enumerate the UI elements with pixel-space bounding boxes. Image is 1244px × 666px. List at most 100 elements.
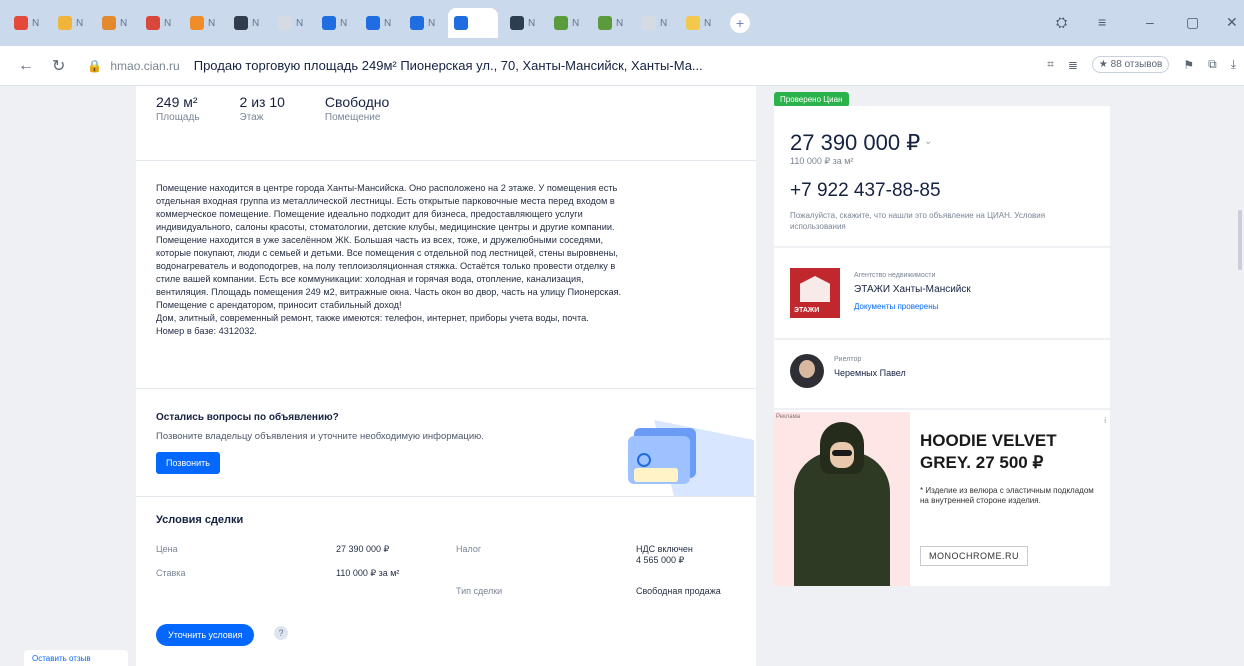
ad-link-button[interactable]: MONOCHROME.RU	[920, 546, 1028, 566]
page-title[interactable]: Продаю торговую площадь 249м² Пионерская…	[194, 58, 703, 73]
new-tab-button[interactable]: +	[730, 13, 750, 33]
ad-tag: Реклама	[776, 414, 801, 420]
browser-tab[interactable]: N	[548, 8, 586, 38]
url-domain[interactable]: hmao.cian.ru	[110, 59, 179, 73]
browser-tab[interactable]: N	[504, 8, 542, 38]
browser-tab[interactable]: N	[228, 8, 266, 38]
tab-label: N	[120, 17, 128, 29]
call-button[interactable]: Позвонить	[156, 452, 220, 474]
tab-favicon-icon	[14, 16, 28, 30]
feedback-button[interactable]: Оставить отзыв	[24, 650, 128, 666]
browser-tab[interactable]	[448, 8, 498, 38]
agent-card[interactable]: Риелтор Черемных Павел	[774, 340, 1110, 408]
tab-favicon-icon	[58, 16, 72, 30]
tab-label: N	[252, 17, 260, 29]
help-icon[interactable]: ?	[274, 626, 288, 640]
description-line: отдельная входная группа из металлическо…	[156, 196, 615, 206]
browser-tab[interactable]: N	[52, 8, 90, 38]
object-facts: 249 м² Площадь 2 из 10 Этаж Свободно Пом…	[156, 94, 389, 123]
fact-status-label: Помещение	[324, 112, 381, 123]
price: 27 390 000 ₽	[790, 130, 921, 155]
description-line: индивидуального, салоны красоты, стомато…	[156, 222, 615, 232]
ad-glasses-shape	[832, 450, 852, 456]
description-line: Дом, элитный, современный ремонт, также …	[156, 313, 589, 323]
browser-tab[interactable]: N	[316, 8, 354, 38]
maximize-icon[interactable]: ▢	[1186, 14, 1199, 31]
deal-title: Условия сделки	[156, 514, 244, 526]
fact-area-value: 249 м²	[156, 94, 198, 110]
agency-type: Агентство недвижимости	[854, 272, 936, 279]
back-icon[interactable]: ←	[18, 57, 34, 75]
price-per-m2: 110 000 ₽ за м²	[790, 156, 854, 166]
fact-status-value: Свободно	[324, 94, 390, 110]
ad-image[interactable]: Реклама	[774, 412, 910, 586]
browser-tab[interactable]: N	[96, 8, 134, 38]
bookmark-tabs-icon[interactable]: ≡	[1098, 14, 1106, 30]
clarify-terms-button[interactable]: Уточнить условия	[156, 624, 255, 646]
price-history-icon[interactable]: ⌄	[924, 136, 932, 147]
deal-rate-value: 110 000 ₽ за м²	[336, 568, 400, 578]
browser-tab[interactable]: N	[636, 8, 674, 38]
tab-favicon-icon	[146, 16, 160, 30]
browser-tab[interactable]: N	[680, 8, 718, 38]
reviews-badge[interactable]: ★ 88 отзывов	[1091, 56, 1170, 73]
reload-icon[interactable]: ↻	[52, 56, 65, 76]
description-line: Помещение находится в центре города Хант…	[156, 183, 618, 193]
description-line: стиле вашей компании. Есть все коммуника…	[156, 274, 584, 284]
close-window-icon[interactable]: ✕	[1226, 14, 1238, 31]
divider	[136, 496, 756, 497]
fact-floor-label: Этаж	[239, 112, 264, 123]
folder-illustration-icon	[628, 420, 754, 496]
tab-favicon-icon	[102, 16, 116, 30]
tab-favicon-icon	[278, 16, 292, 30]
ad-description: * Изделие из велюра с эластичным подклад…	[920, 486, 1094, 505]
listing-main-card: 249 м² Площадь 2 из 10 Этаж Свободно Пом…	[136, 86, 756, 666]
agency-logo[interactable]: ЭТАЖИ	[790, 268, 840, 318]
ad-info-icon[interactable]: i	[1104, 416, 1106, 425]
reader-icon[interactable]: ⌗	[1047, 57, 1054, 72]
avatar[interactable]	[790, 354, 824, 388]
questions-title: Остались вопросы по объявлению?	[156, 412, 339, 423]
fact-floor-value: 2 из 10	[239, 94, 285, 110]
tab-label: N	[428, 17, 436, 29]
ad-banner[interactable]: Реклама HOODIE VELVET GREY. 27 500 ₽ * И…	[774, 410, 1110, 586]
lock-icon[interactable]: 🔒	[87, 59, 102, 73]
browser-tab[interactable]: N	[140, 8, 178, 38]
address-bar: ← ↻ 🔒 hmao.cian.ru Продаю торговую площа…	[0, 46, 1244, 86]
agent-name[interactable]: Черемных Павел	[834, 368, 906, 378]
agency-card[interactable]: ЭТАЖИ Агентство недвижимости ЭТАЖИ Ханты…	[774, 248, 1110, 338]
browser-tab[interactable]: N	[592, 8, 630, 38]
tab-label: N	[76, 17, 84, 29]
download-icon[interactable]: ⤓	[1231, 57, 1236, 72]
page-scrollbar[interactable]	[1238, 210, 1242, 270]
fact-status: Свободно Помещение	[325, 94, 389, 123]
browser-tab[interactable]: N	[360, 8, 398, 38]
deal-price-value: 27 390 000 ₽	[336, 544, 390, 554]
ad-title[interactable]: HOODIE VELVET GREY. 27 500 ₽	[920, 430, 1100, 474]
tab-favicon-icon	[598, 16, 612, 30]
tab-label: N	[572, 17, 580, 29]
agency-logo-text: ЭТАЖИ	[794, 307, 820, 314]
agency-docs-link[interactable]: Документы проверены	[854, 302, 938, 311]
description-line: Помещение находится в уже заселённом ЖК.…	[156, 235, 604, 245]
phone-number[interactable]: +7 922 437-88-85	[790, 180, 941, 202]
browser-tab[interactable]: N	[8, 8, 46, 38]
agent-role: Риелтор	[834, 356, 862, 363]
deal-type-value: Свободная продажа	[636, 586, 721, 596]
description-line: Номер в базе: 4312032.	[156, 326, 257, 336]
menu-icon[interactable]: ≣	[1068, 58, 1078, 72]
browser-tab[interactable]: N	[184, 8, 222, 38]
profile-icon[interactable]: ⛭	[1056, 14, 1067, 31]
browser-tab[interactable]: N	[404, 8, 442, 38]
tab-label: N	[528, 17, 536, 29]
tab-label: N	[384, 17, 392, 29]
tab-favicon-icon	[322, 16, 336, 30]
minimize-icon[interactable]: –	[1146, 14, 1154, 30]
deal-price-label: Цена	[156, 544, 178, 554]
bookmark-icon[interactable]: ⚑	[1183, 58, 1194, 72]
agency-name[interactable]: ЭТАЖИ Ханты-Мансийск	[854, 284, 971, 295]
extensions-icon[interactable]: ⧉	[1208, 57, 1217, 72]
divider	[136, 388, 756, 389]
tab-label: N	[704, 17, 712, 29]
browser-tab[interactable]: N	[272, 8, 310, 38]
